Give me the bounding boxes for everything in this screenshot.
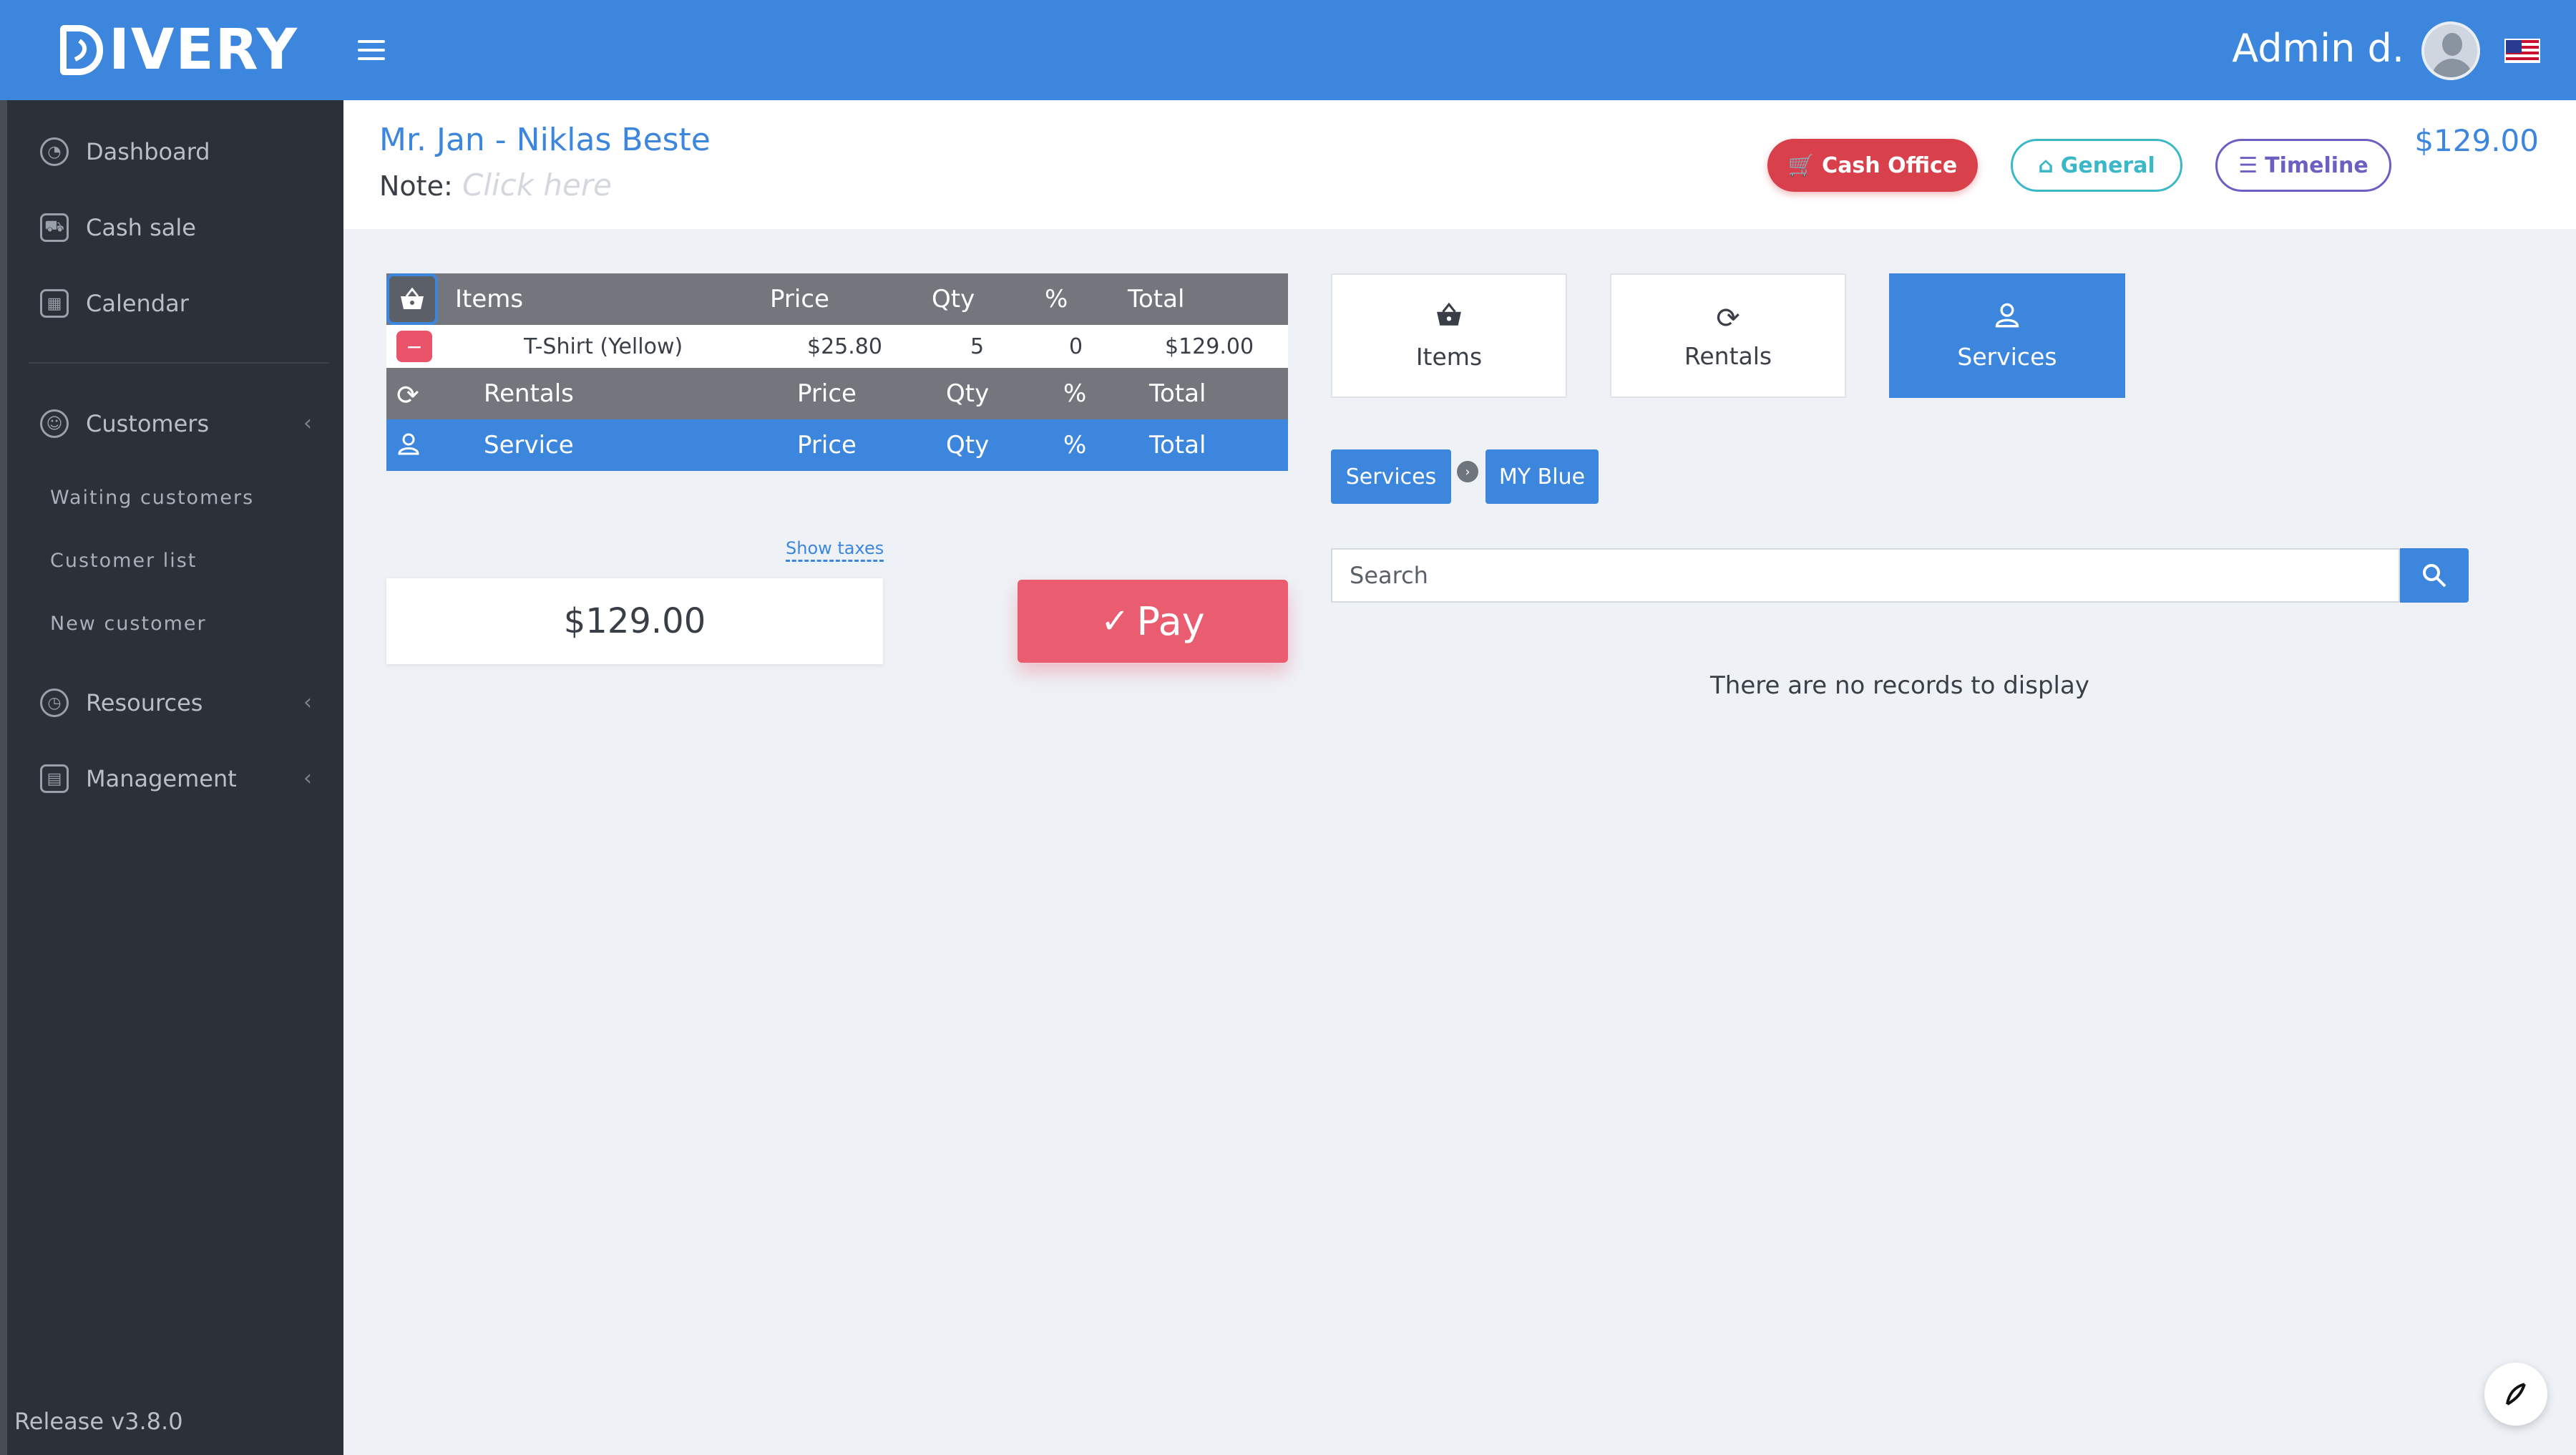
- chevron-left-icon: ‹: [303, 766, 312, 791]
- line-item-price[interactable]: $25.80: [807, 334, 882, 359]
- category-tile-rentals[interactable]: ⟳ Rentals: [1610, 273, 1846, 398]
- sidebar-subitem-new-customer[interactable]: New customer: [50, 613, 207, 635]
- col-items: Items: [455, 285, 524, 313]
- general-button[interactable]: ⌂ General: [2011, 139, 2182, 192]
- col-rentals: Rentals: [484, 379, 574, 408]
- search-button[interactable]: [2400, 548, 2469, 603]
- col-service: Service: [484, 431, 574, 459]
- list-icon: ☰: [2238, 152, 2258, 178]
- refresh-icon: ⟳: [396, 379, 419, 411]
- col-percent: %: [1063, 431, 1087, 459]
- cart-icon: ⛟: [40, 213, 69, 242]
- avatar[interactable]: [2421, 21, 2480, 80]
- col-qty: Qty: [946, 379, 990, 408]
- category-tile-items[interactable]: Items: [1331, 273, 1567, 398]
- col-total: Total: [1149, 379, 1206, 408]
- app-logo[interactable]: IVERY: [60, 18, 298, 82]
- calendar-icon: ▦: [40, 289, 69, 318]
- users-icon: ☺: [40, 409, 69, 438]
- sidebar-item-label: Resources: [86, 689, 203, 716]
- chevron-right-icon: ›: [1457, 461, 1478, 482]
- empty-state-message: There are no records to display: [1710, 671, 2089, 700]
- col-qty: Qty: [946, 431, 990, 459]
- home-icon: ⌂: [2038, 152, 2054, 178]
- rentals-table-header: ⟳ Rentals Price Qty % Total: [386, 368, 1288, 419]
- col-total: Total: [1128, 285, 1185, 313]
- col-price: Price: [770, 285, 829, 313]
- line-item-percent[interactable]: 0: [1069, 334, 1083, 359]
- chevron-left-icon: ‹: [303, 690, 312, 715]
- logo-text: IVERY: [109, 18, 298, 82]
- sidebar-item-label: Management: [86, 765, 237, 792]
- admin-name[interactable]: Admin d.: [2232, 26, 2404, 71]
- cart-icon: 🛒: [1787, 152, 1815, 178]
- line-item-qty[interactable]: 5: [970, 334, 984, 359]
- breadcrumb-my-blue[interactable]: MY Blue: [1485, 449, 1599, 504]
- check-icon: ✓: [1101, 601, 1130, 641]
- col-percent: %: [1045, 285, 1068, 313]
- sidebar: ◔ Dashboard ⛟ Cash sale ▦ Calendar ☺ Cus…: [0, 100, 343, 1455]
- report-icon: ▤: [40, 764, 69, 793]
- sidebar-subitem-waiting-customers[interactable]: Waiting customers: [50, 487, 254, 509]
- basket-icon: [1433, 301, 1465, 336]
- user-icon: [396, 431, 421, 462]
- sidebar-item-label: Customers: [86, 410, 210, 437]
- speedometer-icon: ◔: [40, 137, 69, 166]
- pay-button[interactable]: ✓ Pay: [1018, 580, 1288, 663]
- note-field[interactable]: Click here: [462, 167, 612, 203]
- col-total: Total: [1149, 431, 1206, 459]
- show-taxes-link[interactable]: Show taxes: [786, 538, 884, 562]
- refresh-icon: ⟳: [1716, 301, 1740, 335]
- grand-total: $129.00: [386, 578, 883, 664]
- sidebar-item-label: Calendar: [86, 290, 189, 317]
- service-table-header: Service Price Qty % Total: [386, 419, 1288, 471]
- sidebar-item-management[interactable]: ▤ Management ‹: [40, 764, 312, 793]
- col-qty: Qty: [932, 285, 975, 313]
- sidebar-item-label: Cash sale: [86, 214, 196, 241]
- us-flag-icon[interactable]: [2504, 39, 2540, 63]
- sidebar-item-label: Dashboard: [86, 138, 210, 165]
- col-price: Price: [797, 379, 857, 408]
- release-version: Release v3.8.0: [14, 1408, 183, 1435]
- user-icon: [1994, 301, 2021, 336]
- chevron-left-icon: ‹: [303, 411, 312, 436]
- line-item-name: T-Shirt (Yellow): [524, 334, 683, 359]
- sidebar-item-resources[interactable]: ◷ Resources ‹: [40, 688, 312, 717]
- table-row: − T-Shirt (Yellow) $25.80 5 0 $129.00: [386, 325, 1288, 368]
- timeline-button[interactable]: ☰ Timeline: [2215, 139, 2391, 192]
- sidebar-subitem-customer-list[interactable]: Customer list: [50, 550, 197, 572]
- header-total: $129.00: [2414, 123, 2539, 158]
- customer-name[interactable]: Mr. Jan - Niklas Beste: [379, 122, 711, 158]
- col-percent: %: [1063, 379, 1087, 408]
- remove-item-button[interactable]: −: [396, 331, 432, 362]
- sidebar-item-cash-sale[interactable]: ⛟ Cash sale: [40, 213, 312, 242]
- items-table-header: Items Price Qty % Total: [386, 273, 1288, 325]
- sidebar-item-customers[interactable]: ☺ Customers ‹: [40, 409, 312, 438]
- sidebar-item-calendar[interactable]: ▦ Calendar: [40, 289, 312, 318]
- line-item-total: $129.00: [1165, 334, 1254, 359]
- breadcrumb-services[interactable]: Services: [1331, 449, 1451, 504]
- top-bar: [0, 0, 2576, 100]
- sidebar-divider: [29, 362, 329, 364]
- basket-icon[interactable]: [386, 273, 438, 325]
- sidebar-item-dashboard[interactable]: ◔ Dashboard: [40, 137, 312, 166]
- search-icon: [2423, 564, 2446, 588]
- logo-mark-icon: [60, 25, 103, 75]
- gauge-icon: ◷: [40, 688, 69, 717]
- menu-toggle-icon[interactable]: [358, 40, 385, 60]
- feather-icon[interactable]: [2484, 1363, 2547, 1426]
- col-price: Price: [797, 431, 857, 459]
- search-input[interactable]: [1331, 548, 2400, 603]
- cash-office-button[interactable]: 🛒 Cash Office: [1767, 139, 1978, 192]
- note-label: Note:: [379, 170, 453, 202]
- category-tile-services[interactable]: Services: [1889, 273, 2125, 398]
